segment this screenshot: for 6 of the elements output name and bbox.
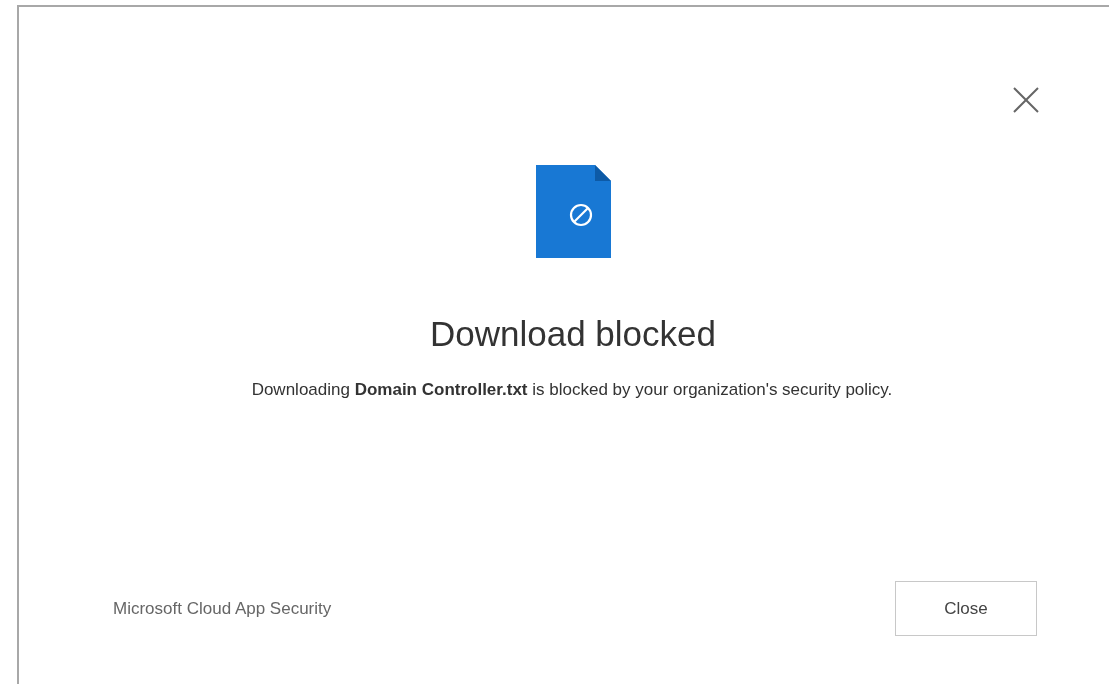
blocked-file-icon [536,165,611,258]
footer-text: Microsoft Cloud App Security [113,598,332,619]
dialog-message: Downloading Domain Controller.txt is blocked by your organization's security policy. [250,380,894,400]
dialog-title: Download blocked [429,314,717,354]
close-icon[interactable] [1013,87,1039,113]
close-button[interactable]: Close [895,581,1037,636]
